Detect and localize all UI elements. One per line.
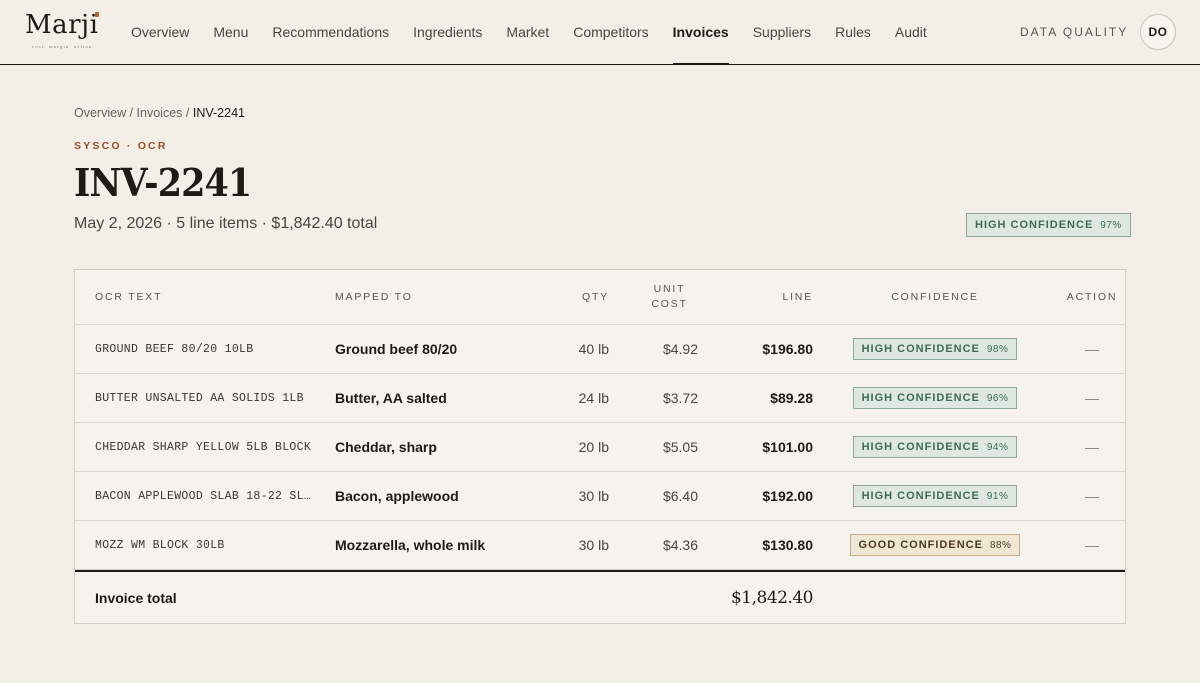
- nav-item-invoices[interactable]: Invoices: [672, 0, 729, 65]
- line-total-cell: $196.80: [762, 341, 813, 357]
- column-header-mapped-to: MAPPED TO: [335, 290, 413, 303]
- breadcrumb-invoices[interactable]: Invoices: [137, 106, 183, 120]
- confidence-badge: GOOD CONFIDENCE 88%: [849, 534, 1021, 556]
- logo-accent-mark: [95, 12, 99, 17]
- nav-item-ingredients[interactable]: Ingredients: [413, 0, 482, 64]
- column-header-ocr-text: OCR TEXT: [95, 290, 163, 303]
- breadcrumb-separator: /: [185, 106, 190, 120]
- column-header-unit-cost: UNIT COST: [609, 282, 698, 312]
- confidence-percent: 88%: [989, 539, 1012, 551]
- confidence-label: HIGH CONFIDENCE: [861, 392, 980, 404]
- user-avatar[interactable]: DO: [1140, 14, 1176, 50]
- ocr-text-cell: BUTTER UNSALTED AA SOLIDS 1LB: [95, 391, 304, 405]
- ocr-text-cell: GROUND BEEF 80/20 10LB: [95, 342, 254, 356]
- main-nav: Overview Menu Recommendations Ingredient…: [131, 0, 951, 65]
- confidence-percent: 98%: [986, 343, 1009, 355]
- brand-tagline: cost. margin. action.: [32, 44, 95, 49]
- confidence-cell: GOOD CONFIDENCE 88%: [813, 534, 1057, 556]
- nav-item-recommendations[interactable]: Recommendations: [272, 0, 389, 64]
- confidence-badge: HIGH CONFIDENCE 91%: [852, 485, 1018, 507]
- confidence-badge: HIGH CONFIDENCE 98%: [852, 338, 1018, 360]
- confidence-cell: HIGH CONFIDENCE 91%: [813, 485, 1057, 507]
- column-header-qty: QTY: [582, 290, 609, 303]
- invoice-total-row: Invoice total $1,842.40: [75, 570, 1125, 623]
- nav-item-overview[interactable]: Overview: [131, 0, 189, 64]
- brand-name: Marji: [25, 10, 99, 40]
- row-action-button[interactable]: —: [1057, 341, 1127, 357]
- invoice-total-label: Invoice total: [95, 589, 177, 606]
- nav-item-menu[interactable]: Menu: [213, 0, 248, 64]
- table-row[interactable]: MOZZ WM BLOCK 30LB Mozzarella, whole mil…: [75, 521, 1125, 570]
- confidence-label: HIGH CONFIDENCE: [975, 219, 1094, 231]
- invoice-confidence-badge: HIGH CONFIDENCE 97%: [966, 213, 1131, 237]
- breadcrumb-overview[interactable]: Overview: [74, 106, 126, 120]
- column-header-line: LINE: [782, 290, 813, 303]
- confidence-badge: HIGH CONFIDENCE 96%: [852, 387, 1018, 409]
- row-action-button[interactable]: —: [1057, 439, 1127, 455]
- confidence-cell: HIGH CONFIDENCE 98%: [813, 338, 1057, 360]
- brand-logo[interactable]: Marji cost. margin. action.: [25, 10, 103, 54]
- table-row[interactable]: GROUND BEEF 80/20 10LB Ground beef 80/20…: [75, 325, 1125, 374]
- nav-item-market[interactable]: Market: [506, 0, 549, 64]
- mapped-ingredient-cell[interactable]: Ground beef 80/20: [335, 341, 530, 357]
- mapped-ingredient-cell[interactable]: Cheddar, sharp: [335, 439, 530, 455]
- line-total-cell: $130.80: [762, 537, 813, 553]
- row-action-button[interactable]: —: [1057, 488, 1127, 504]
- confidence-label: HIGH CONFIDENCE: [861, 490, 980, 502]
- breadcrumb: Overview / Invoices / INV-2241: [74, 106, 245, 120]
- nav-item-competitors[interactable]: Competitors: [573, 0, 648, 64]
- ocr-text-cell: MOZZ WM BLOCK 30LB: [95, 538, 225, 552]
- qty-cell: 24 lb: [578, 390, 609, 406]
- unit-cost-cell: $4.92: [662, 341, 698, 357]
- confidence-percent: 94%: [986, 441, 1009, 453]
- table-row[interactable]: BACON APPLEWOOD SLAB 18-22 SL… Bacon, ap…: [75, 472, 1125, 521]
- nav-item-audit[interactable]: Audit: [895, 0, 927, 64]
- line-total-cell: $101.00: [762, 439, 813, 455]
- confidence-percent: 96%: [986, 392, 1009, 404]
- table-header-row: OCR TEXT MAPPED TO QTY UNIT COST LINE CO…: [75, 270, 1125, 325]
- unit-cost-cell: $6.40: [662, 488, 698, 504]
- table-row[interactable]: BUTTER UNSALTED AA SOLIDS 1LB Butter, AA…: [75, 374, 1125, 423]
- confidence-percent: 91%: [986, 490, 1009, 502]
- confidence-label: HIGH CONFIDENCE: [861, 441, 980, 453]
- data-quality-link[interactable]: DATA QUALITY: [1020, 25, 1128, 39]
- breadcrumb-separator: /: [129, 106, 134, 120]
- ocr-text-cell: BACON APPLEWOOD SLAB 18-22 SL…: [95, 489, 312, 503]
- table-row[interactable]: CHEDDAR SHARP YELLOW 5LB BLOCK Cheddar, …: [75, 423, 1125, 472]
- invoice-total-value: $1,842.40: [730, 587, 813, 608]
- qty-cell: 30 lb: [578, 488, 609, 504]
- qty-cell: 20 lb: [578, 439, 609, 455]
- column-header-action: ACTION: [1066, 290, 1118, 303]
- confidence-badge: HIGH CONFIDENCE 94%: [852, 436, 1018, 458]
- top-navigation-bar: Marji cost. margin. action. Overview Men…: [0, 0, 1200, 65]
- confidence-percent: 97%: [1100, 219, 1122, 231]
- nav-item-suppliers[interactable]: Suppliers: [753, 0, 811, 64]
- confidence-label: HIGH CONFIDENCE: [861, 343, 980, 355]
- breadcrumb-current: INV-2241: [192, 106, 245, 120]
- mapped-ingredient-cell[interactable]: Butter, AA salted: [335, 390, 530, 406]
- column-header-unit-cost-line2: COST: [651, 298, 688, 310]
- line-total-cell: $89.28: [770, 390, 813, 406]
- unit-cost-cell: $3.72: [662, 390, 698, 406]
- confidence-cell: HIGH CONFIDENCE 96%: [813, 387, 1057, 409]
- confidence-label: GOOD CONFIDENCE: [858, 539, 983, 551]
- column-header-unit-cost-line1: UNIT: [653, 283, 686, 295]
- invoice-summary: May 2, 2026 · 5 line items · $1,842.40 t…: [74, 215, 378, 232]
- mapped-ingredient-cell[interactable]: Bacon, applewood: [335, 488, 530, 504]
- row-action-button[interactable]: —: [1057, 390, 1127, 406]
- ocr-text-cell: CHEDDAR SHARP YELLOW 5LB BLOCK: [95, 440, 312, 454]
- column-header-confidence: CONFIDENCE: [891, 290, 979, 303]
- nav-item-rules[interactable]: Rules: [835, 0, 871, 64]
- unit-cost-cell: $4.36: [662, 537, 698, 553]
- line-total-cell: $192.00: [762, 488, 813, 504]
- mapped-ingredient-cell[interactable]: Mozzarella, whole milk: [335, 537, 530, 553]
- qty-cell: 40 lb: [578, 341, 609, 357]
- unit-cost-cell: $5.05: [662, 439, 698, 455]
- invoice-line-items-table: OCR TEXT MAPPED TO QTY UNIT COST LINE CO…: [74, 269, 1126, 624]
- confidence-cell: HIGH CONFIDENCE 94%: [813, 436, 1057, 458]
- qty-cell: 30 lb: [578, 537, 609, 553]
- page-title: INV-2241: [74, 160, 252, 205]
- invoice-source-label: SYSCO · OCR: [74, 140, 168, 152]
- row-action-button[interactable]: —: [1057, 537, 1127, 553]
